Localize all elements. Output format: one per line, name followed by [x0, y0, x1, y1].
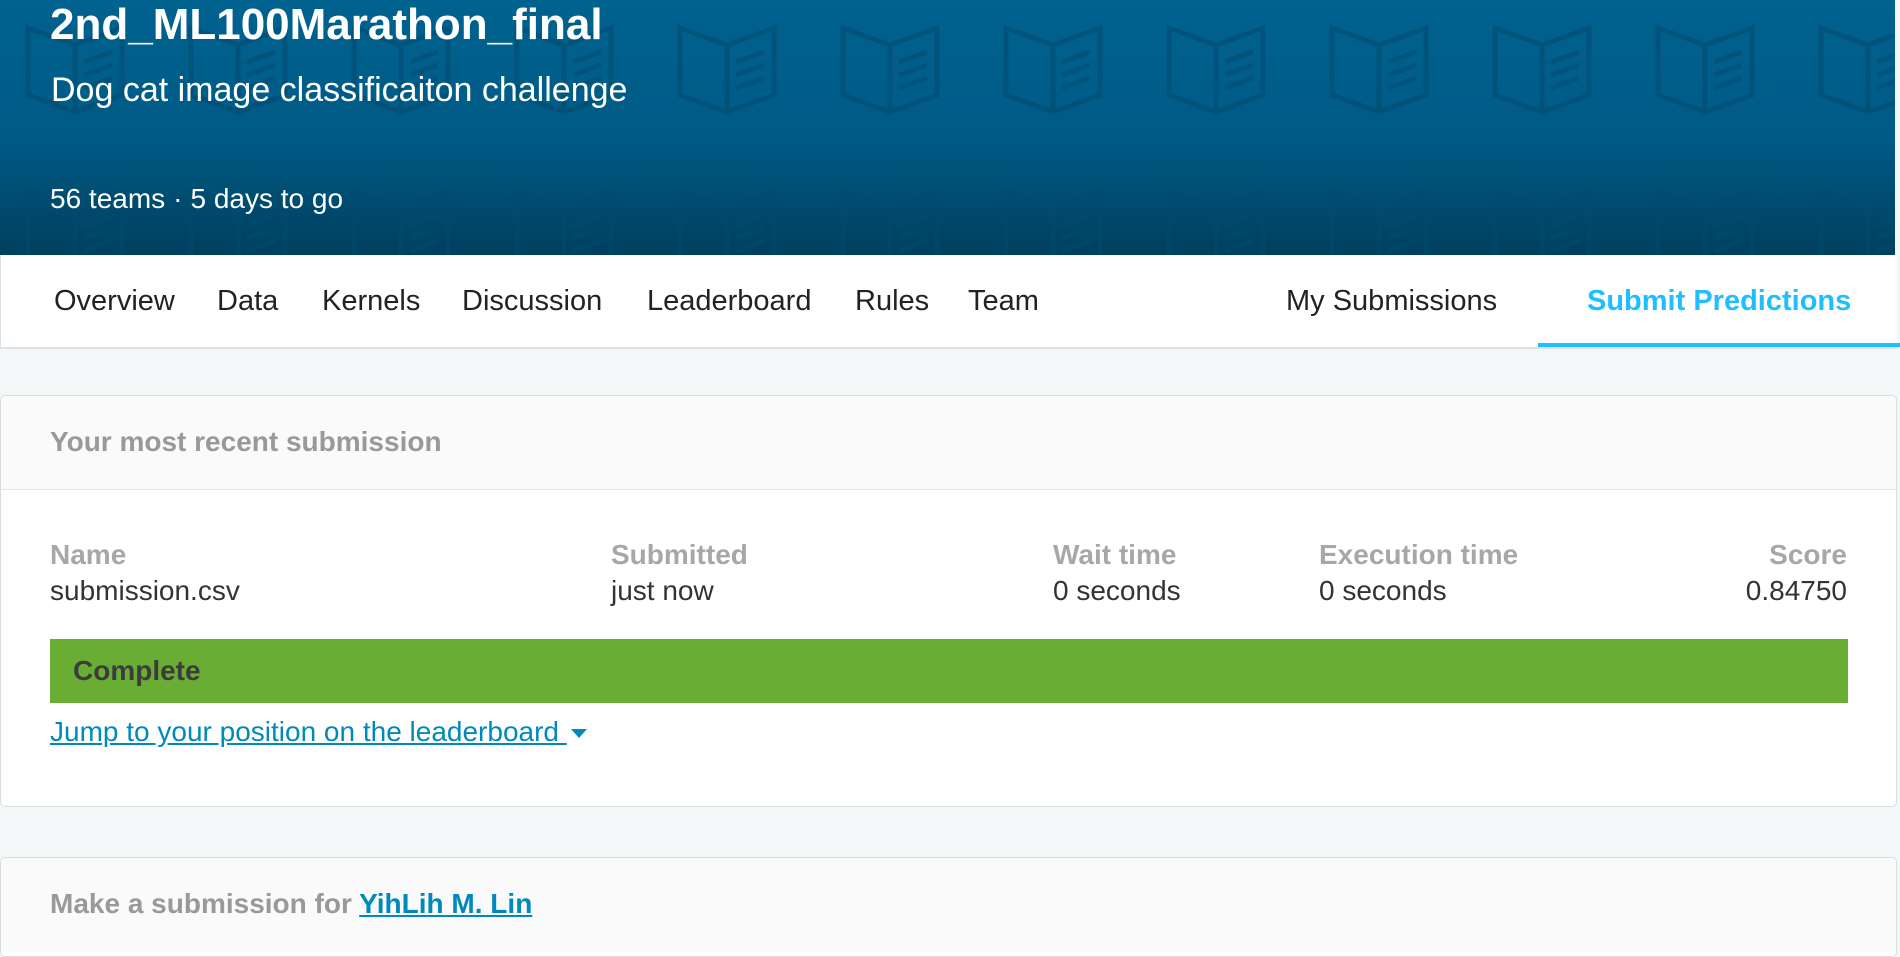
execution-time-value: 0 seconds [1319, 575, 1447, 606]
wait-time-value: 0 seconds [1053, 575, 1181, 606]
make-submission-heading: Make a submission for YihLih M. Lin [1, 858, 1896, 952]
name-column: Name submission.csv [50, 537, 240, 609]
tab-leaderboard[interactable]: Leaderboard [647, 255, 811, 347]
submitted-value: just now [611, 575, 714, 606]
time-remaining: 5 days to go [190, 183, 344, 214]
jump-link-label: Jump to your position on the leaderboard [50, 716, 567, 747]
score-label: Score [1769, 539, 1847, 570]
name-label: Name [50, 539, 127, 570]
score-value: 0.84750 [1745, 575, 1847, 606]
jump-to-leaderboard-link[interactable]: Jump to your position on the leaderboard [50, 716, 587, 748]
execution-time-label: Execution time [1319, 539, 1519, 570]
competition-header: 2nd_ML100Marathon_final Dog cat image cl… [0, 0, 1895, 255]
make-submission-card: Make a submission for YihLih M. Lin [0, 857, 1897, 957]
tab-submit-predictions[interactable]: Submit Predictions [1538, 255, 1900, 347]
meta-separator: · [173, 183, 183, 214]
user-profile-link[interactable]: YihLih M. Lin [359, 888, 532, 919]
recent-submission-heading: Your most recent submission [1, 396, 1896, 490]
caret-down-icon [570, 729, 587, 739]
make-submission-prefix: Make a submission for [50, 888, 360, 919]
wait-time-label: Wait time [1053, 539, 1177, 570]
team-count: 56 teams [50, 183, 166, 214]
tab-overview[interactable]: Overview [54, 255, 175, 347]
tab-my-submissions[interactable]: My Submissions [1286, 255, 1497, 347]
tab-data[interactable]: Data [217, 255, 278, 347]
tab-team[interactable]: Team [968, 255, 1039, 347]
score-column: Score 0.84750 [1746, 537, 1847, 609]
wait-time-column: Wait time 0 seconds [1053, 537, 1181, 609]
execution-time-column: Execution time 0 seconds [1319, 537, 1518, 609]
competition-title: 2nd_ML100Marathon_final [50, 0, 603, 49]
submitted-column: Submitted just now [611, 537, 748, 609]
competition-subtitle: Dog cat image classificaiton challenge [51, 71, 628, 109]
competition-nav: Overview Data Kernels Discussion Leaderb… [0, 255, 1900, 349]
tab-rules[interactable]: Rules [855, 255, 929, 347]
submitted-label: Submitted [611, 539, 748, 570]
tab-kernels[interactable]: Kernels [322, 255, 420, 347]
name-value: submission.csv [50, 575, 240, 606]
recent-submission-card: Your most recent submission Name submiss… [0, 395, 1897, 807]
competition-meta: 56 teams · 5 days to go [50, 182, 343, 216]
tab-discussion[interactable]: Discussion [462, 255, 602, 347]
status-badge: Complete [50, 639, 1848, 703]
